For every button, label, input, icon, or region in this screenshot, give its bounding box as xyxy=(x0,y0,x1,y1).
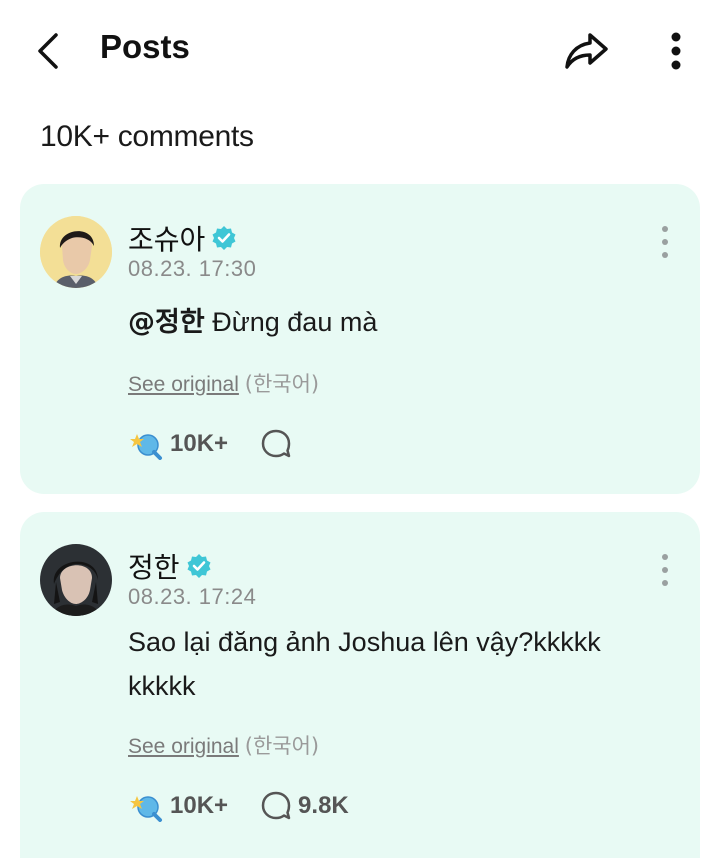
comment-body: Đừng đau mà xyxy=(204,307,378,337)
cheer-icon xyxy=(130,796,162,822)
kebab-icon xyxy=(662,554,668,560)
comment-card: 정한 08.23. 17:24 Sao lại đăng ảnh Joshua … xyxy=(20,512,700,858)
comment-options-button[interactable] xyxy=(650,222,680,262)
avatar[interactable] xyxy=(40,544,112,616)
reply-count: 9.8K xyxy=(298,792,349,819)
original-language: (한국어) xyxy=(244,372,320,396)
kebab-icon xyxy=(662,226,668,232)
see-original-link[interactable]: See original xyxy=(128,735,239,758)
comment-actions: 10K+ xyxy=(128,428,330,460)
cheer-count: 10K+ xyxy=(170,792,229,819)
reply-button[interactable] xyxy=(260,428,298,460)
author-name[interactable]: 정한 xyxy=(128,546,180,586)
translation-row: See original (한국어) xyxy=(128,730,319,760)
cheer-button[interactable]: 10K+ xyxy=(128,790,228,822)
page-title: Posts xyxy=(100,28,190,65)
comment-options-button[interactable] xyxy=(650,550,680,590)
back-arrow-icon xyxy=(38,33,58,69)
mention-link[interactable]: @정한 xyxy=(128,307,205,338)
comment-count: 10K+ comments xyxy=(40,120,254,153)
comment-text: @정한 Đừng đau mà xyxy=(128,300,676,345)
back-button[interactable] xyxy=(26,26,70,76)
comment-actions: 10K+ 9.8K xyxy=(128,790,381,822)
reply-bubble-icon xyxy=(261,791,291,820)
timestamp: 08.23. 17:24 xyxy=(128,584,257,609)
cheer-button[interactable]: 10K+ xyxy=(128,428,228,460)
comment-card: 조슈아 08.23. 17:30 @정한 Đừng đau mà See ori… xyxy=(20,184,700,494)
avatar[interactable] xyxy=(40,216,112,288)
reply-button[interactable]: 9.8K xyxy=(260,790,349,822)
author-row: 정한 xyxy=(128,546,212,586)
timestamp: 08.23. 17:30 xyxy=(128,256,257,281)
author-name[interactable]: 조슈아 xyxy=(128,218,205,258)
share-button[interactable] xyxy=(558,26,616,76)
see-original-link[interactable]: See original xyxy=(128,373,239,396)
author-row: 조슈아 xyxy=(128,218,237,258)
verified-badge-icon xyxy=(187,554,211,578)
top-bar: Posts xyxy=(0,0,720,100)
more-options-button[interactable] xyxy=(656,26,696,76)
cheer-count: 10K+ xyxy=(170,430,229,457)
cheer-icon xyxy=(130,434,162,460)
translation-row: See original (한국어) xyxy=(128,368,319,398)
comment-body: Sao lại đăng ảnh Joshua lên vậy?kkkkk kk… xyxy=(128,627,601,701)
comment-text: Sao lại đăng ảnh Joshua lên vậy?kkkkk kk… xyxy=(128,620,658,708)
reply-bubble-icon xyxy=(261,429,291,458)
more-vertical-icon xyxy=(671,32,681,70)
verified-badge-icon xyxy=(212,226,236,250)
share-icon xyxy=(565,33,608,69)
original-language: (한국어) xyxy=(244,734,320,758)
